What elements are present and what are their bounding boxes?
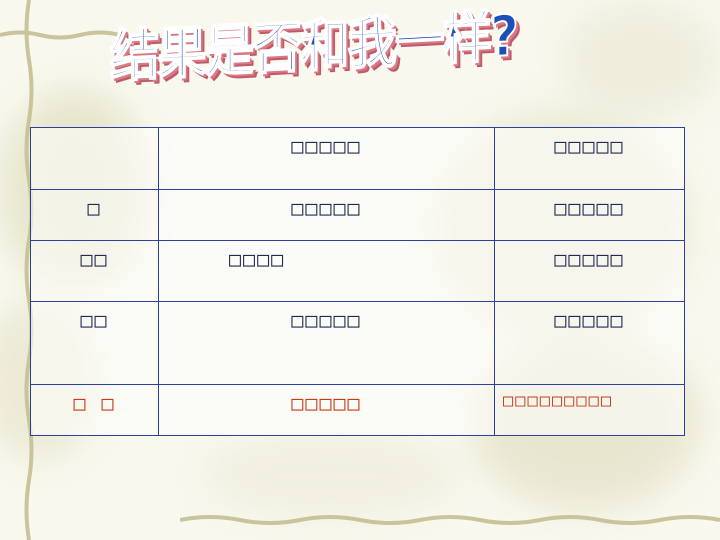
comparison-table: □□□□□ □□□□□ □ □□□□□ □□□□□ □□ □□□□ □□□□□ …	[30, 127, 685, 436]
table-cell: □□□□□	[494, 240, 685, 302]
table-cell: □□□□□	[158, 127, 495, 190]
table-row: □ □□□□□ □□□□□	[30, 189, 685, 241]
table-cell	[30, 127, 159, 190]
table-cell: □□□□□	[494, 189, 685, 241]
table-row: □ □ □□□□□ □□□□□□□□□	[30, 384, 685, 436]
table-cell: □□□□□	[494, 301, 685, 385]
table-cell: □□□□	[158, 240, 495, 302]
vine-border-bottom	[180, 515, 720, 525]
table-row: □□ □□□□ □□□□□	[30, 240, 685, 302]
slide-title-text: 结果是否和我一样?	[109, 3, 518, 91]
table-cell: □□	[30, 240, 159, 302]
table-cell: □□□□□	[158, 384, 495, 436]
table-cell: □	[30, 189, 159, 241]
table-cell: □□	[30, 301, 159, 385]
table-cell: □□□□□	[158, 301, 495, 385]
table-cell: □□□□□□□□□	[494, 384, 685, 436]
table-row: □□□□□ □□□□□	[30, 127, 685, 190]
bg-flower-blob	[200, 430, 460, 520]
table-cell: □□□□□	[158, 189, 495, 241]
slide-title: 结果是否和我一样?	[109, 2, 590, 107]
table-cell: □□□□□	[494, 127, 685, 190]
table-row: □□ □□□□□ □□□□□	[30, 301, 685, 385]
table-cell: □ □	[30, 384, 159, 436]
